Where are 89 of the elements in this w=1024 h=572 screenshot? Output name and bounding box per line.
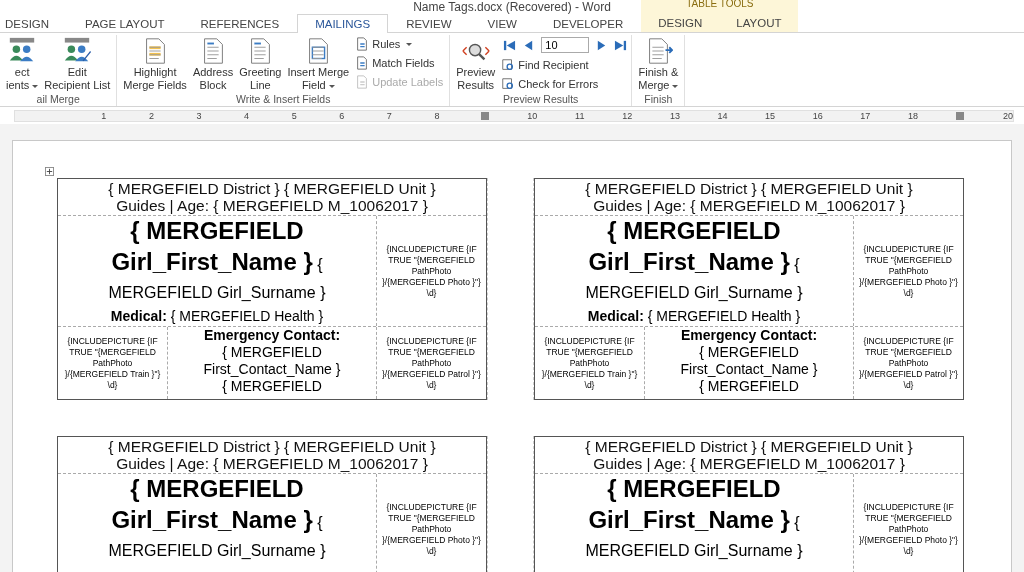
group-label: ail Merge	[36, 93, 80, 106]
field-code: {INCLUDEPICTURE {IF TRUE "{MERGEFIELD PathPhoto }/{MERGEFIELD Patrol }"} \d}	[858, 335, 959, 391]
ruler-number: 12	[622, 111, 633, 121]
ribbon-button[interactable]: Edit Recipient List	[42, 35, 113, 93]
group-label: Write & Insert Fields	[236, 93, 331, 106]
dropdown-caret-icon	[328, 84, 335, 88]
group-label: Preview Results	[503, 93, 579, 106]
ribbon-tab[interactable]: DEVELOPER	[534, 14, 642, 33]
ribbon-button[interactable]: Finish & Merge	[636, 35, 681, 93]
ribbon-button[interactable]: Rules	[353, 35, 446, 53]
table-move-handle-icon[interactable]	[45, 167, 54, 176]
contextual-title: TABLE TOOLS	[686, 0, 754, 11]
ruler-number: 18	[907, 111, 918, 121]
dropdown-caret-icon	[406, 42, 413, 46]
header-text: Guides | Age: { MERGEFIELD M_10062017 }	[593, 197, 905, 214]
last-record-icon[interactable]	[614, 38, 628, 52]
ruler-number: 3	[196, 111, 202, 121]
contact-text: { MERGEFIELD	[222, 378, 322, 395]
rules-icon	[355, 37, 370, 51]
name-text: { MERGEFIELD Girl_First_Name } { MERGEFIELD Girl_Surname }	[584, 475, 804, 561]
ribbon-tab[interactable]: VIEW	[469, 14, 535, 33]
ruler-number: 16	[812, 111, 823, 121]
field-code: {INCLUDEPICTURE {IF TRUE "{MERGEFIELD PathPhoto }/{MERGEFIELD Train }"} \d}	[540, 335, 639, 391]
medical-text: Medical: { MERGEFIELD Health }	[110, 308, 324, 324]
ribbon-button[interactable]: Highlight Merge Fields	[121, 35, 189, 93]
header-text: { MERGEFIELD District } { MERGEFIELD Unit }	[585, 438, 913, 455]
window-title: Name Tags.docx (Recovered) - Word	[413, 0, 611, 14]
ribbon-tab[interactable]: DESIGN	[0, 14, 68, 33]
find-recipient-icon	[501, 58, 516, 72]
ribbon-button[interactable]: Find Recipient	[499, 56, 628, 74]
ruler-number: 6	[339, 111, 345, 121]
ribbon-tab[interactable]: MAILINGS	[297, 14, 389, 33]
header-text: { MERGEFIELD District } { MERGEFIELD Unit }	[585, 180, 913, 197]
ribbon-tab[interactable]: REFERENCES	[182, 14, 298, 33]
contact-text: { MERGEFIELD First_Contact_Name }	[202, 344, 342, 378]
record-number-field[interactable]: 10	[541, 37, 590, 53]
name-text: { MERGEFIELD Girl_First_Name } { MERGEFIELD Girl_Surname }	[107, 217, 327, 303]
header-text: Guides | Age: { MERGEFIELD M_10062017 }	[116, 197, 428, 214]
ruler[interactable]: 1 2 3 4 5 6 7 8 10 11 12 13 14 15 16 17 18 20	[14, 110, 1014, 122]
ribbon-button[interactable]: ect ients	[4, 35, 41, 93]
column-marker-icon[interactable]	[480, 112, 489, 120]
ribbon-button[interactable]: Match Fields	[353, 54, 446, 72]
field-code: {INCLUDEPICTURE {IF TRUE "{MERGEFIELD PathPhoto }/{MERGEFIELD Photo }"} \d}	[381, 243, 482, 299]
name-text: { MERGEFIELD Girl_First_Name } { MERGEFIELD Girl_Surname }	[584, 217, 804, 303]
field-code: {INCLUDEPICTURE {IF TRUE "{MERGEFIELD PathPhoto }/{MERGEFIELD Patrol }"} \d}	[381, 335, 482, 391]
ruler-number: 11	[575, 111, 585, 121]
ribbon-tab[interactable]: DESIGN	[641, 13, 720, 32]
ribbon-button[interactable]: Check for Errors	[499, 75, 628, 93]
ruler-number: 5	[291, 111, 297, 121]
column-marker-icon[interactable]	[956, 112, 965, 120]
header-text: { MERGEFIELD District } { MERGEFIELD Unit }	[108, 180, 436, 197]
ruler-number: 20	[1003, 111, 1014, 121]
medical-text: Medical: { MERGEFIELD Health }	[587, 308, 801, 324]
field-code: {INCLUDEPICTURE {IF TRUE "{MERGEFIELD PathPhoto }/{MERGEFIELD Train }"} \d}	[63, 335, 162, 391]
contact-text: { MERGEFIELD	[699, 378, 799, 395]
field-code: {INCLUDEPICTURE {IF TRUE "{MERGEFIELD PathPhoto }/{MERGEFIELD Photo }"} \d}	[858, 501, 959, 557]
ruler-number: 17	[860, 111, 871, 121]
ribbon-button[interactable]: Address Block	[190, 35, 236, 93]
field-code: {INCLUDEPICTURE {IF TRUE "{MERGEFIELD PathPhoto }/{MERGEFIELD Photo }"} \d}	[858, 243, 959, 299]
header-text: { MERGEFIELD District } { MERGEFIELD Unit }	[108, 438, 436, 455]
check-errors-icon	[501, 77, 516, 91]
field-code: {INCLUDEPICTURE {IF TRUE "{MERGEFIELD PathPhoto }/{MERGEFIELD Photo }"} \d}	[381, 501, 482, 557]
contact-text: { MERGEFIELD First_Contact_Name }	[679, 344, 819, 378]
ribbon-button[interactable]: Greeting Line	[237, 35, 284, 93]
contact-heading: Emergency Contact:	[680, 327, 818, 344]
ruler-number: 8	[434, 111, 440, 121]
contact-heading: Emergency Contact:	[203, 327, 341, 344]
first-record-icon[interactable]	[503, 38, 517, 52]
ruler-number: 2	[148, 111, 154, 121]
name-text: { MERGEFIELD Girl_First_Name } { MERGEFIELD Girl_Surname }	[107, 475, 327, 561]
dropdown-caret-icon	[32, 84, 39, 88]
ribbon-button[interactable]: Preview Results	[454, 35, 498, 93]
ruler-number: 13	[669, 111, 680, 121]
header-text: Guides | Age: { MERGEFIELD M_10062017 }	[116, 455, 428, 472]
dropdown-caret-icon	[672, 84, 679, 88]
ribbon-tab[interactable]: REVIEW	[388, 14, 470, 33]
ribbon-tab[interactable]: LAYOUT	[719, 13, 799, 32]
ruler-number: 1	[101, 111, 107, 121]
ruler-number: 7	[386, 111, 392, 121]
ruler-number: 15	[765, 111, 776, 121]
match-fields-icon	[355, 56, 370, 70]
ruler-number: 14	[717, 111, 728, 121]
ruler-number: 4	[244, 111, 250, 121]
group-label: Finish	[644, 93, 673, 106]
ribbon-button[interactable]: Insert Merge Field	[285, 35, 352, 93]
update-labels-icon	[355, 75, 370, 89]
ruler-number: 10	[527, 111, 538, 121]
ribbon-tab[interactable]: PAGE LAYOUT	[67, 14, 183, 33]
header-text: Guides | Age: { MERGEFIELD M_10062017 }	[593, 455, 905, 472]
